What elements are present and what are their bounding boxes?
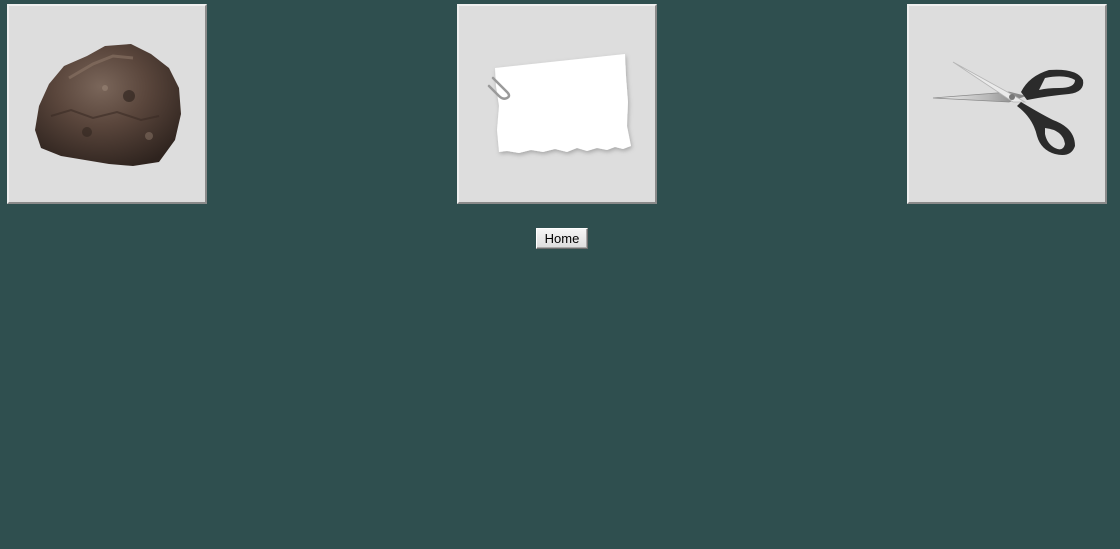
- rock-icon: [35, 44, 181, 166]
- paper-icon: [487, 54, 631, 153]
- scissors-choice-button[interactable]: [907, 4, 1107, 204]
- rock-choice-button[interactable]: [7, 4, 207, 204]
- paper-choice-button[interactable]: [457, 4, 657, 204]
- scissors-icon: [932, 61, 1084, 155]
- home-button[interactable]: Home: [536, 228, 588, 249]
